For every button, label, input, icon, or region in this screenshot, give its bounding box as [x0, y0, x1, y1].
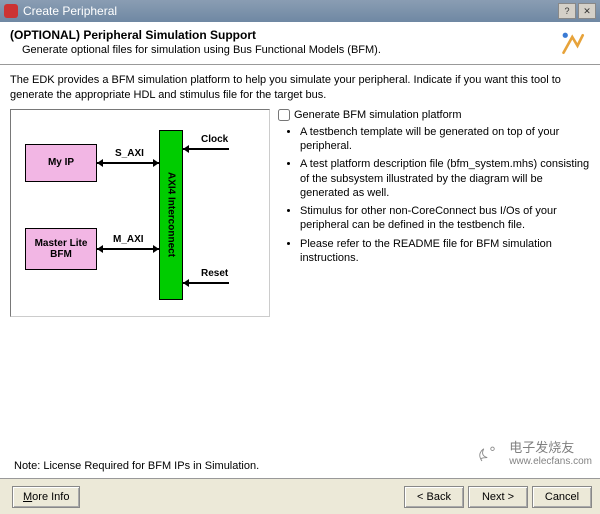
- intro-text: The EDK provides a BFM simulation platfo…: [10, 73, 590, 103]
- info-bullets: A testbench template will be generated o…: [278, 125, 590, 266]
- cancel-button[interactable]: Cancel: [532, 486, 592, 508]
- options-column: Generate BFM simulation platform A testb…: [278, 109, 590, 317]
- bullet-item: A testbench template will be generated o…: [300, 125, 590, 154]
- page-subtitle: Generate optional files for simulation u…: [22, 44, 590, 56]
- window-title: Create Peripheral: [23, 4, 117, 18]
- close-button[interactable]: ✕: [578, 3, 596, 19]
- wizard-icon: [560, 30, 588, 58]
- more-info-button[interactable]: More Info: [12, 486, 80, 508]
- page-title: (OPTIONAL) Peripheral Simulation Support: [10, 28, 590, 42]
- content-area: The EDK provides a BFM simulation platfo…: [0, 65, 600, 323]
- generate-bfm-checkbox-row[interactable]: Generate BFM simulation platform: [278, 109, 590, 121]
- diagram-label-clock: Clock: [201, 134, 228, 145]
- generate-bfm-label: Generate BFM simulation platform: [294, 109, 462, 121]
- next-button[interactable]: Next >: [468, 486, 528, 508]
- diagram-label-m-axi: M_AXI: [113, 234, 144, 245]
- app-icon: [4, 4, 18, 18]
- license-note: Note: License Required for BFM IPs in Si…: [14, 460, 259, 472]
- bullet-item: Stimulus for other non-CoreConnect bus I…: [300, 204, 590, 233]
- diagram-label-s-axi: S_AXI: [115, 148, 144, 159]
- diagram-block-my-ip: My IP: [25, 144, 97, 182]
- diagram-interconnect: AXI4 Interconnect: [159, 130, 183, 300]
- diagram-block-master-bfm: Master Lite BFM: [25, 228, 97, 270]
- bullet-item: Please refer to the README file for BFM …: [300, 237, 590, 266]
- help-button[interactable]: ?: [558, 3, 576, 19]
- back-button[interactable]: < Back: [404, 486, 464, 508]
- watermark-url: www.elecfans.com: [509, 456, 592, 467]
- bullet-item: A test platform description file (bfm_sy…: [300, 157, 590, 200]
- diagram-label-reset: Reset: [201, 268, 228, 279]
- page-header: (OPTIONAL) Peripheral Simulation Support…: [0, 22, 600, 64]
- generate-bfm-checkbox[interactable]: [278, 109, 290, 121]
- watermark: 电子发烧友 www.elecfans.com: [475, 440, 592, 468]
- wizard-footer: More Info < Back Next > Cancel: [0, 478, 600, 514]
- titlebar: Create Peripheral ? ✕: [0, 0, 600, 22]
- diagram-panel: My IP Master Lite BFM AXI4 Interconnect …: [10, 109, 270, 317]
- watermark-text: 电子发烧友: [509, 441, 592, 455]
